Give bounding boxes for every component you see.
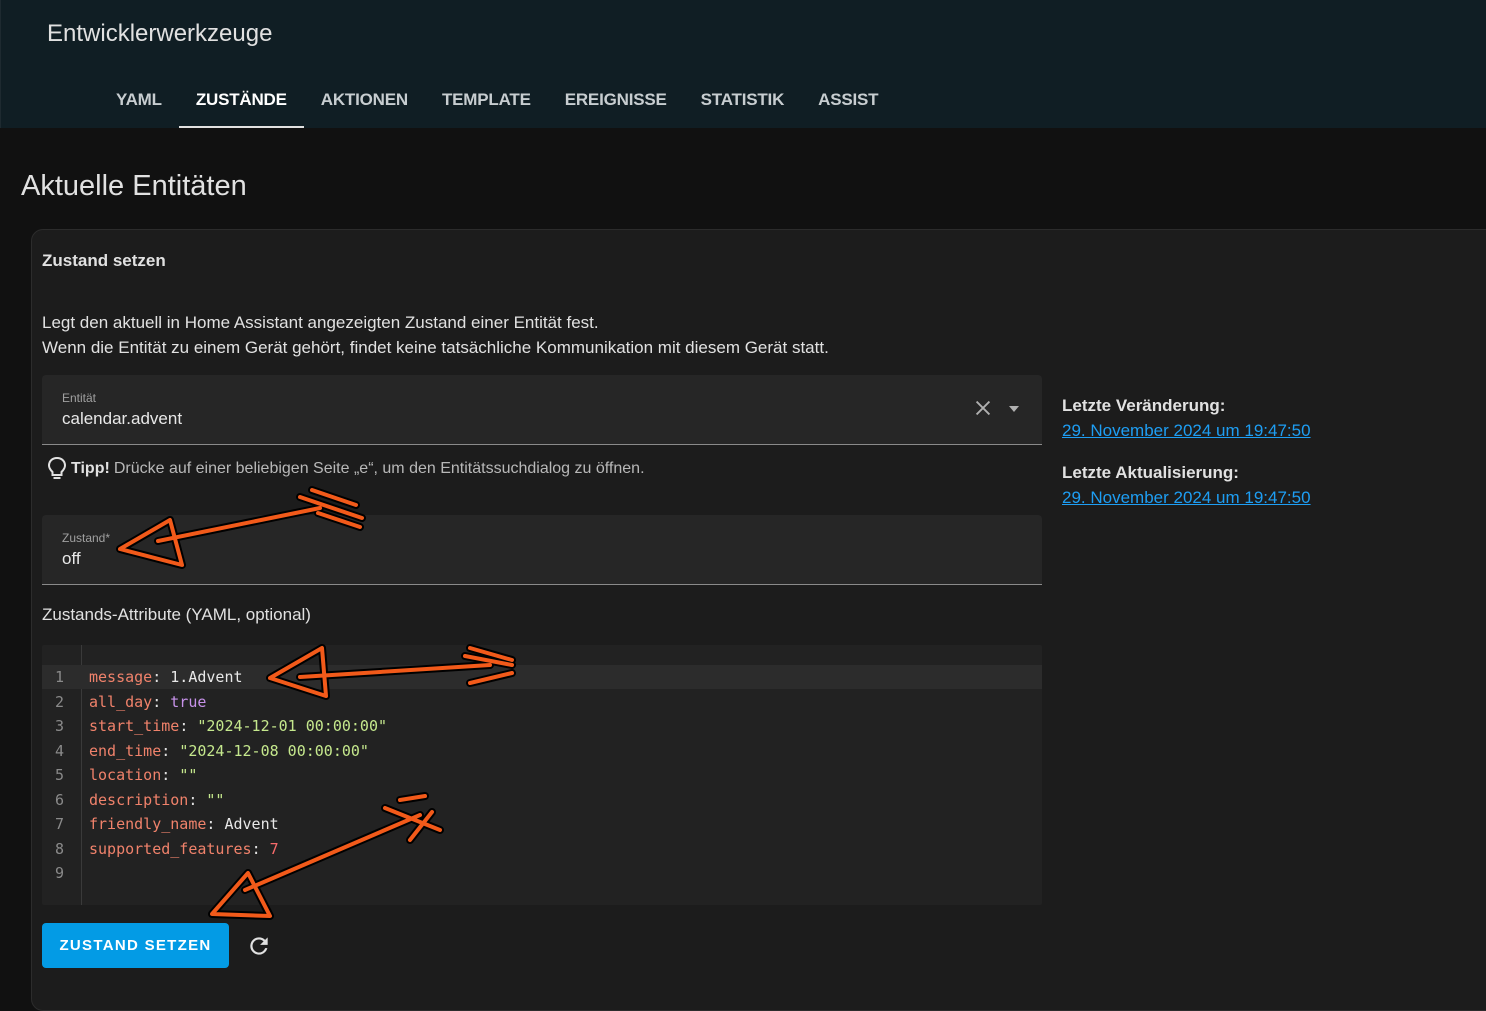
line-number: 8	[54, 840, 64, 858]
yaml-key: supported_features	[89, 840, 252, 858]
code-line[interactable]: 7 friendly_name: Advent	[42, 812, 1042, 836]
yaml-value: "2024-12-01 00:00:00"	[197, 717, 388, 735]
line-number: 7	[54, 815, 64, 833]
line-number: 4	[54, 742, 64, 760]
description-line-1: Legt den aktuell in Home Assistant angez…	[42, 313, 599, 332]
yaml-key: location	[89, 766, 162, 784]
code-line[interactable]: 8 supported_features: 7	[42, 837, 1042, 861]
last-updated-label: Letzte Aktualisierung:	[1062, 463, 1239, 482]
state-field-label: Zustand*	[62, 531, 111, 545]
state-field[interactable]: Zustand* off	[42, 515, 1042, 585]
code-line[interactable]: 1 message: 1.Advent	[42, 665, 1042, 689]
top-app-bar: Entwicklerwerkzeuge YAML ZUSTÄNDE AKTION…	[0, 0, 1486, 128]
lightbulb-icon	[47, 456, 67, 479]
code-line[interactable]: 9	[42, 861, 1042, 885]
last-changed-label: Letzte Veränderung:	[1062, 396, 1226, 415]
chevron-down-icon[interactable]	[1006, 401, 1022, 417]
yaml-key: all_day	[89, 693, 153, 711]
line-number: 2	[54, 693, 64, 711]
description-line-2: Wenn die Entität zu einem Gerät gehört, …	[42, 338, 829, 357]
last-changed-link[interactable]: 29. November 2024 um 19:47:50	[1062, 421, 1311, 441]
tab-statistik[interactable]: STATISTIK	[684, 72, 802, 128]
code-line[interactable]: 6 description: ""	[42, 788, 1042, 812]
state-field-value[interactable]: off	[62, 549, 81, 569]
line-number: 5	[54, 766, 64, 784]
code-line[interactable]: 4 end_time: "2024-12-08 00:00:00"	[42, 739, 1042, 763]
tip-label: Tipp!	[71, 460, 110, 477]
yaml-key: description	[89, 791, 189, 809]
entity-picker[interactable]: Entität calendar.advent	[42, 375, 1042, 445]
set-state-button[interactable]: ZUSTAND SETZEN	[42, 923, 229, 968]
line-number: 9	[54, 864, 64, 882]
code-line[interactable]: 2 all_day: true	[42, 690, 1042, 714]
yaml-key: message	[89, 668, 153, 686]
yaml-value: ""	[206, 791, 225, 809]
yaml-value: true	[170, 693, 207, 711]
tab-zustaende[interactable]: ZUSTÄNDE	[178, 72, 304, 128]
yaml-editor[interactable]: 1 message: 1.Advent 2 all_day: true 3 st…	[42, 645, 1042, 905]
yaml-value: 1.Advent	[170, 668, 243, 686]
tab-bar: YAML ZUSTÄNDE AKTIONEN TEMPLATE EREIGNIS…	[99, 72, 895, 128]
tab-yaml[interactable]: YAML	[99, 72, 179, 128]
app-title: Entwicklerwerkzeuge	[47, 20, 273, 47]
tip-text: Drücke auf einer beliebigen Seite „e“, u…	[113, 460, 645, 477]
line-number: 6	[54, 791, 64, 809]
line-number: 3	[54, 717, 64, 735]
tip-hint: Tipp! Drücke auf einer beliebigen Seite …	[47, 456, 645, 482]
last-updated-link[interactable]: 29. November 2024 um 19:47:50	[1062, 488, 1311, 508]
card-description: Legt den aktuell in Home Assistant angez…	[42, 310, 829, 360]
code-line[interactable]: 5 location: ""	[42, 763, 1042, 787]
tab-assist[interactable]: ASSIST	[801, 72, 895, 128]
yaml-key: end_time	[89, 742, 162, 760]
yaml-value: "2024-12-08 00:00:00"	[179, 742, 369, 760]
code-line[interactable]: 3 start_time: "2024-12-01 00:00:00"	[42, 714, 1042, 738]
entity-field-value[interactable]: calendar.advent	[62, 409, 182, 429]
tab-ereignisse[interactable]: EREIGNISSE	[548, 72, 684, 128]
yaml-value: Advent	[224, 815, 279, 833]
card-title: Zustand setzen	[42, 251, 166, 270]
yaml-value: ""	[179, 766, 198, 784]
attributes-label: Zustands-Attribute (YAML, optional)	[42, 605, 311, 624]
line-number: 1	[54, 668, 64, 686]
close-icon[interactable]	[972, 397, 994, 419]
tab-aktionen[interactable]: AKTIONEN	[304, 72, 425, 128]
yaml-key: friendly_name	[89, 815, 207, 833]
entity-field-label: Entität	[62, 391, 97, 405]
yaml-key: start_time	[89, 717, 180, 735]
yaml-value: 7	[269, 840, 279, 858]
tab-template[interactable]: TEMPLATE	[425, 72, 548, 128]
page-title: Aktuelle Entitäten	[21, 170, 247, 202]
refresh-icon[interactable]	[246, 933, 272, 959]
